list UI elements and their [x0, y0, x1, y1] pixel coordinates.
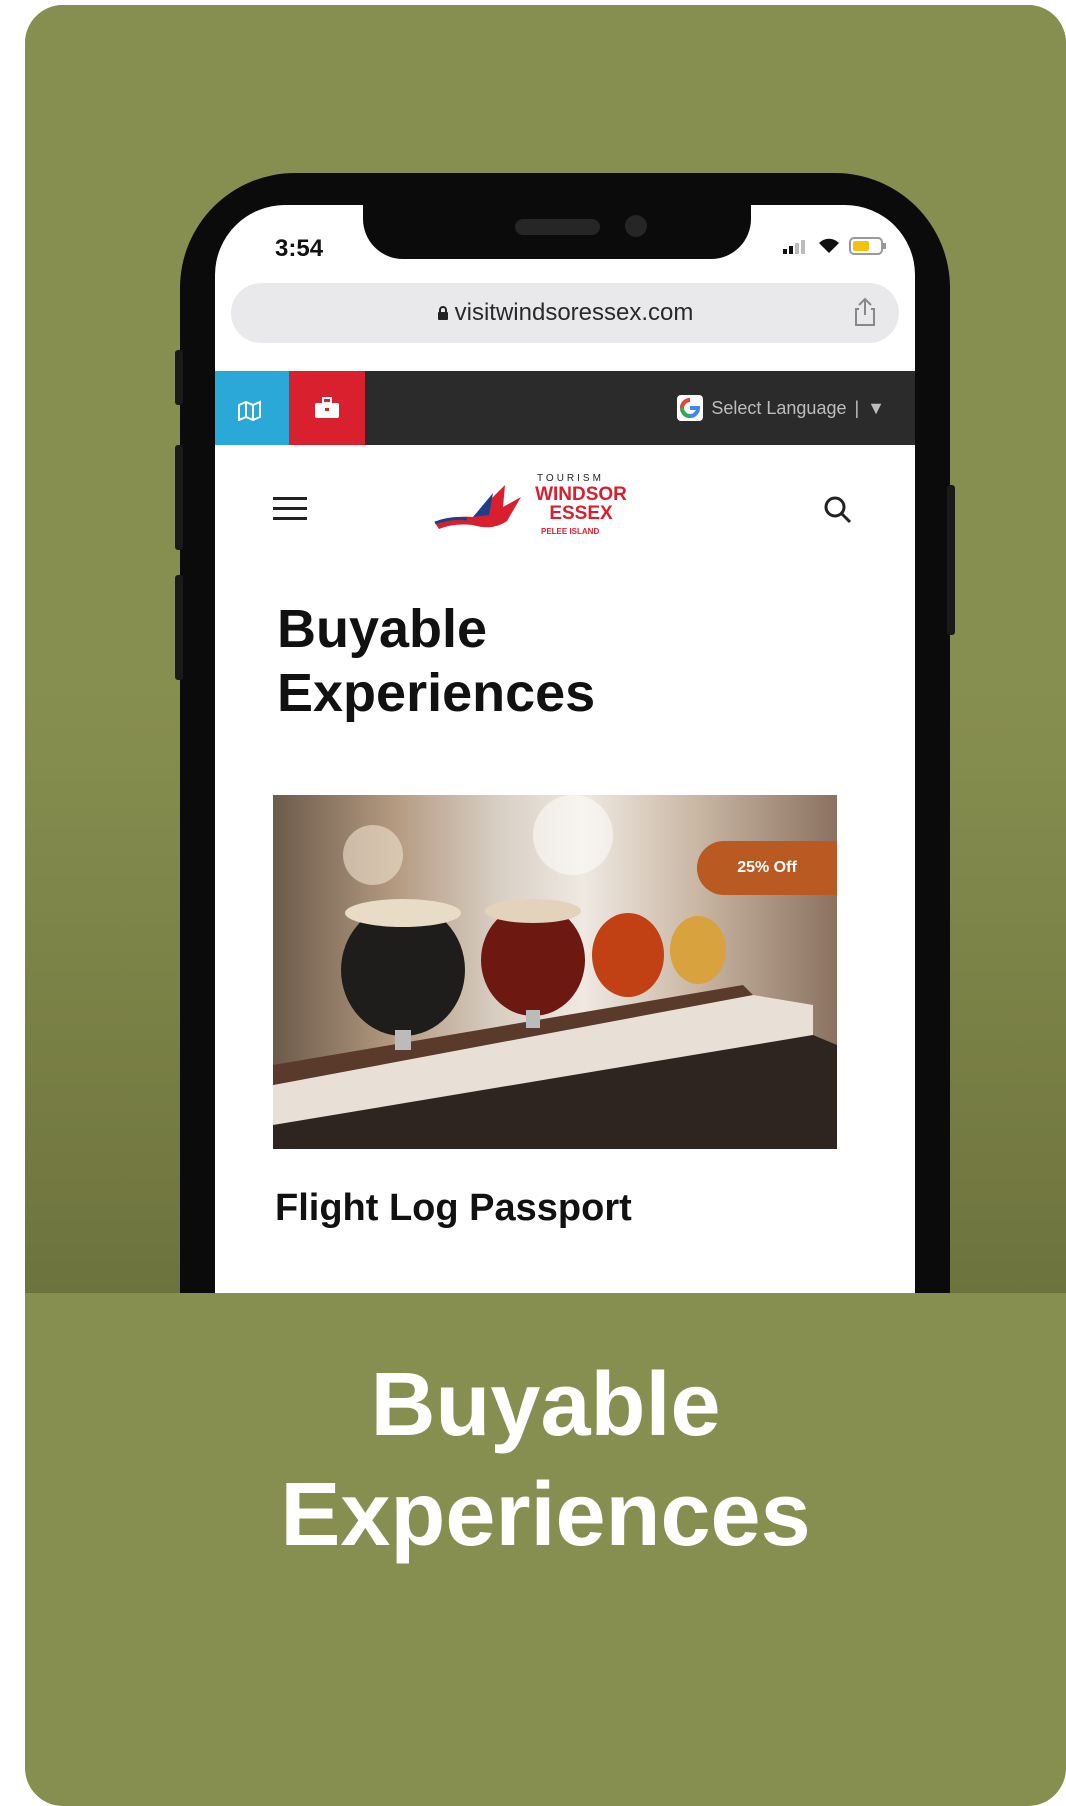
- feature-card: 3:54 visitwindsoressex.com Select Langua…: [25, 5, 1066, 1806]
- phone-volume-down: [175, 575, 183, 680]
- url-text: visitwindsoressex.com: [231, 299, 899, 327]
- page-title: Buyable Experiences: [277, 597, 777, 725]
- chevron-down-icon: ▼: [867, 397, 885, 418]
- search-icon[interactable]: [823, 495, 853, 525]
- experience-photo[interactable]: 25% Off: [273, 795, 837, 1149]
- logo-wordmark: WINDSOR ESSEX: [533, 485, 629, 523]
- speaker: [515, 219, 600, 235]
- site-logo[interactable]: TOURISM WINDSOR ESSEX PELEE ISLAND: [433, 471, 633, 541]
- status-icons: [783, 237, 887, 255]
- experience-title[interactable]: Flight Log Passport: [275, 1187, 632, 1230]
- card-caption: Buyable Experiences: [25, 1350, 1066, 1570]
- site-topbar: Select Language | ▼: [215, 371, 915, 445]
- url-value: visitwindsoressex.com: [454, 299, 694, 326]
- language-label: Select Language: [711, 397, 847, 418]
- logo-pelee: PELEE ISLAND: [541, 527, 600, 536]
- browser-url-bar[interactable]: visitwindsoressex.com: [231, 283, 899, 343]
- front-camera: [625, 215, 647, 237]
- phone-power-button: [947, 485, 955, 635]
- phone-mockup-hero: 3:54 visitwindsoressex.com Select Langua…: [25, 5, 1066, 1293]
- google-translate-icon: [677, 395, 704, 421]
- lock-icon: [437, 306, 448, 320]
- briefcase-button[interactable]: [289, 371, 365, 445]
- status-time: 3:54: [275, 235, 324, 262]
- caption-line2: Experiences: [280, 1465, 811, 1565]
- discount-badge: 25% Off: [697, 841, 837, 895]
- menu-icon[interactable]: [273, 497, 307, 521]
- map-button[interactable]: [215, 371, 289, 445]
- page-title-line1: Buyable: [277, 599, 488, 659]
- logo-tourism: TOURISM: [537, 473, 604, 484]
- logo-essex: ESSEX: [549, 503, 613, 524]
- phone-volume-up: [175, 445, 183, 550]
- language-divider: |: [854, 397, 860, 418]
- map-icon: [238, 400, 261, 421]
- page-title-line2: Experiences: [277, 663, 596, 723]
- briefcase-icon: [315, 397, 339, 418]
- language-selector[interactable]: Select Language | ▼: [677, 395, 885, 421]
- site-header: TOURISM WINDSOR ESSEX PELEE ISLAND: [215, 445, 915, 565]
- battery-icon: [849, 237, 886, 255]
- phone-screen: 3:54 visitwindsoressex.com Select Langua…: [215, 205, 915, 1293]
- wifi-icon: [819, 238, 839, 253]
- caption-line1: Buyable: [370, 1355, 721, 1455]
- bird-logo-icon: [434, 485, 521, 529]
- logo-windsor: WINDSOR: [535, 484, 627, 505]
- share-icon[interactable]: [853, 297, 877, 327]
- phone-silent-switch: [175, 350, 183, 405]
- phone-notch: [363, 205, 751, 259]
- signal-icon: [783, 240, 805, 254]
